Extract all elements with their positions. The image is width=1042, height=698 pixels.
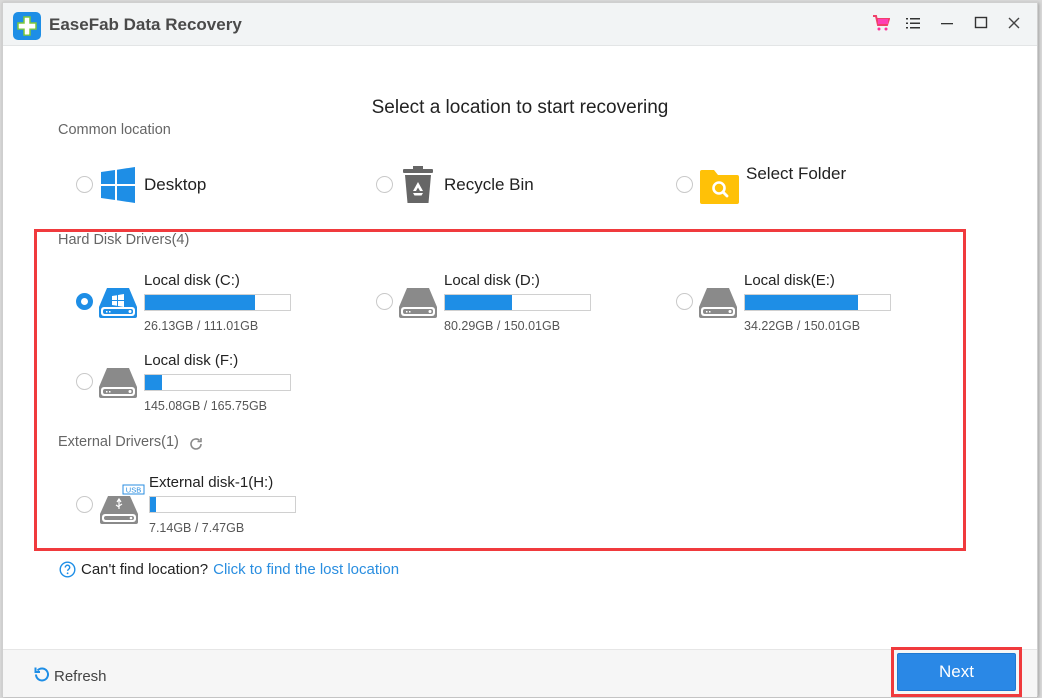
drive-e-size: 34.22GB / 150.01GB <box>744 319 861 333</box>
desktop-label: Desktop <box>144 175 207 194</box>
drive-d-usage-fill <box>445 295 512 310</box>
page-heading: Select a location to start recovering <box>371 97 669 118</box>
cart-icon <box>872 14 891 37</box>
find-lost-location-link[interactable]: Click to find the lost location <box>213 561 399 578</box>
drive-c-radio[interactable] <box>76 293 93 310</box>
minimize-button[interactable] <box>935 13 959 37</box>
drive-e-usage-bar <box>744 294 891 311</box>
refresh-button[interactable]: Refresh <box>33 665 107 687</box>
app-title: EaseFab Data Recovery <box>49 15 242 34</box>
question-circle-icon <box>59 561 76 578</box>
drive-f-name: Local disk (F:) <box>144 352 239 369</box>
external-disk-h-usage-bar <box>149 496 296 513</box>
drive-c-usage-bar <box>144 294 291 311</box>
hard-drive-icon <box>398 287 438 324</box>
usb-drive-icon: USB <box>99 484 145 531</box>
maximize-icon <box>972 14 990 37</box>
common-location-select-folder[interactable]: Select Folder <box>699 164 846 205</box>
cart-button[interactable] <box>869 13 893 37</box>
refresh-external-icon[interactable] <box>188 436 204 452</box>
next-button[interactable]: Next <box>897 653 1016 691</box>
recycle-bin-radio[interactable] <box>376 176 393 193</box>
title-bar: EaseFab Data Recovery <box>3 3 1037 46</box>
recycle-bin-label: Recycle Bin <box>444 175 534 194</box>
windows-icon <box>100 167 136 203</box>
app-logo-icon <box>13 12 41 40</box>
minimize-icon <box>938 14 956 37</box>
help-row: Can't find location? Click to find the l… <box>59 561 399 578</box>
footer-bar: Refresh <box>3 649 1037 697</box>
external-section-label: External Drivers(1) <box>58 434 179 450</box>
common-location-label: Common location <box>58 122 171 138</box>
external-disk-h-usage-fill <box>150 497 156 512</box>
select-folder-radio[interactable] <box>676 176 693 193</box>
external-disk-h-radio[interactable] <box>76 496 93 513</box>
drive-f-usage-bar <box>144 374 291 391</box>
drive-c-name: Local disk (C:) <box>144 272 240 289</box>
drive-c-size: 26.13GB / 111.01GB <box>144 319 259 333</box>
desktop-radio[interactable] <box>76 176 93 193</box>
close-button[interactable] <box>1002 13 1026 37</box>
app-window: EaseFab Data Recovery Select a location … <box>2 2 1038 697</box>
svg-text:USB: USB <box>126 486 141 495</box>
common-location-recycle-bin[interactable]: Recycle Bin <box>402 165 534 205</box>
drive-e-usage-fill <box>745 295 859 310</box>
drive-f-size: 145.08GB / 165.75GB <box>144 399 268 413</box>
hard-drive-icon <box>98 367 138 404</box>
drive-d-name: Local disk (D:) <box>444 272 540 289</box>
help-text: Can't find location? <box>81 561 209 578</box>
external-disk-h-size: 7.14GB / 7.47GB <box>149 521 245 535</box>
refresh-icon <box>33 665 54 687</box>
drive-d-usage-bar <box>444 294 591 311</box>
close-icon <box>1005 14 1023 37</box>
drive-f-radio[interactable] <box>76 373 93 390</box>
hard-drive-icon <box>698 287 738 324</box>
refresh-label: Refresh <box>54 667 107 685</box>
menu-icon <box>904 14 922 37</box>
common-location-desktop[interactable]: Desktop <box>100 167 206 203</box>
maximize-button[interactable] <box>969 13 993 37</box>
drive-e-name: Local disk(E:) <box>744 272 835 289</box>
recycle-bin-icon <box>402 165 434 205</box>
external-disk-h-name: External disk-1(H:) <box>149 474 274 491</box>
hard-disk-section-label: Hard Disk Drivers(4) <box>58 232 190 248</box>
drive-d-size: 80.29GB / 150.01GB <box>444 319 561 333</box>
drive-d-radio[interactable] <box>376 293 393 310</box>
drive-f-usage-fill <box>145 375 163 390</box>
drive-c-usage-fill <box>145 295 256 310</box>
menu-button[interactable] <box>901 13 925 37</box>
folder-search-icon <box>699 169 740 205</box>
select-folder-label: Select Folder <box>746 164 847 183</box>
drive-e-radio[interactable] <box>676 293 693 310</box>
system-drive-icon <box>98 287 138 324</box>
